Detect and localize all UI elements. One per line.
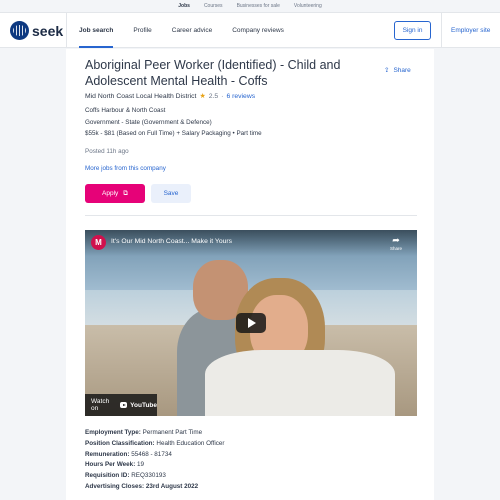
detail-label: Position Classification (85, 439, 153, 447)
share-label: Share (393, 66, 411, 74)
sign-in-button[interactable]: Sign in (394, 21, 431, 40)
detail-value: 19 (137, 461, 145, 469)
nav-career-advice[interactable]: Career advice (172, 13, 212, 48)
channel-avatar[interactable]: M (91, 235, 106, 250)
detail-value: Health Education Officer (156, 439, 225, 447)
company-rating: 2.5 (208, 92, 219, 100)
share-link[interactable]: ⇪ Share (384, 66, 411, 75)
watch-on-label: Watch on (91, 398, 110, 412)
youtube-label: YouTube (130, 401, 157, 409)
detail-row: Advertising Closes: 23rd August 2022 (85, 482, 199, 490)
share-icon: ⇪ (384, 67, 390, 74)
job-location[interactable]: Coffs Harbour & North Coast (85, 107, 165, 114)
section-divider (85, 215, 417, 216)
top-links-bar: Jobs Courses Businesses for sale Volunte… (0, 0, 500, 13)
detail-row: Requisition ID: REQ330193 (85, 472, 166, 480)
company-name[interactable]: Mid North Coast Local Health District (85, 93, 196, 100)
toplink-courses[interactable]: Courses (204, 3, 223, 9)
header-divider (441, 13, 442, 48)
site-header: seek Job search Profile Career advice Co… (0, 13, 500, 48)
posted-time: Posted 11h ago (85, 148, 129, 155)
star-icon: ★ (199, 93, 206, 100)
employer-site-link[interactable]: Employer site (451, 13, 490, 48)
video-share-button[interactable]: ➦ Share (390, 235, 402, 251)
save-button[interactable]: Save (151, 184, 191, 203)
video-shawl (205, 350, 395, 416)
job-detail-card: Aboriginal Peer Worker (Identified) - Ch… (66, 49, 434, 500)
seek-logo-icon (10, 21, 29, 40)
detail-value: 55468 - 81734 (131, 450, 172, 458)
detail-row: Employment Type: Permanent Part Time (85, 429, 203, 436)
nav-profile[interactable]: Profile (133, 13, 151, 48)
job-classification[interactable]: Government - State (Government & Defence… (85, 119, 212, 126)
detail-value: Permanent Part Time (142, 429, 203, 436)
toplink-volunteering[interactable]: Volunteering (294, 3, 322, 9)
job-details-list: Employment Type: Permanent Part Time Pos… (85, 428, 225, 493)
youtube-icon (119, 402, 128, 408)
main-nav: Job search Profile Career advice Company… (79, 13, 284, 48)
logo-text: seek (32, 22, 64, 39)
company-line: Mid North Coast Local Health District ★ … (85, 92, 255, 101)
detail-row: Remuneration: 55468 - 81734 (85, 450, 172, 458)
video-title[interactable]: It's Our Mid North Coast... Make it Your… (111, 238, 232, 245)
company-reviews-link[interactable]: 6 reviews (226, 93, 255, 100)
detail-label: Advertising Closes (85, 482, 143, 490)
detail-row: Hours Per Week: 19 (85, 461, 145, 469)
nav-company-reviews[interactable]: Company reviews (232, 13, 284, 48)
job-salary-type: $55k - $81 (Based on Full Time) + Salary… (85, 130, 262, 137)
toplink-jobs[interactable]: Jobs (178, 3, 190, 9)
detail-value: REQ330193 (131, 472, 166, 480)
detail-label: Remuneration (85, 450, 128, 458)
share-arrow-icon: ➦ (392, 235, 400, 245)
external-link-icon: ⧉ (123, 189, 128, 197)
detail-row: Position Classification: Health Educatio… (85, 439, 225, 447)
job-title: Aboriginal Peer Worker (Identified) - Ch… (85, 58, 341, 88)
play-button[interactable] (236, 313, 266, 333)
detail-label: Hours Per Week (85, 461, 134, 469)
apply-label: Apply (102, 190, 119, 197)
detail-value: 23rd August 2022 (145, 482, 199, 490)
toplink-businesses[interactable]: Businesses for sale (237, 3, 280, 9)
more-jobs-link[interactable]: More jobs from this company (85, 165, 166, 172)
nav-job-search[interactable]: Job search (79, 13, 114, 48)
video-player[interactable]: M It's Our Mid North Coast... Make it Yo… (85, 230, 417, 416)
detail-label: Requisition ID (85, 472, 128, 480)
seek-logo[interactable]: seek (10, 21, 63, 40)
video-share-label: Share (390, 246, 403, 251)
rating-separator: · (221, 92, 224, 100)
apply-button[interactable]: Apply ⧉ (85, 184, 145, 203)
header-divider (66, 13, 67, 48)
detail-label: Employment Type (85, 429, 139, 436)
watch-on-youtube[interactable]: Watch on YouTube (85, 394, 157, 416)
